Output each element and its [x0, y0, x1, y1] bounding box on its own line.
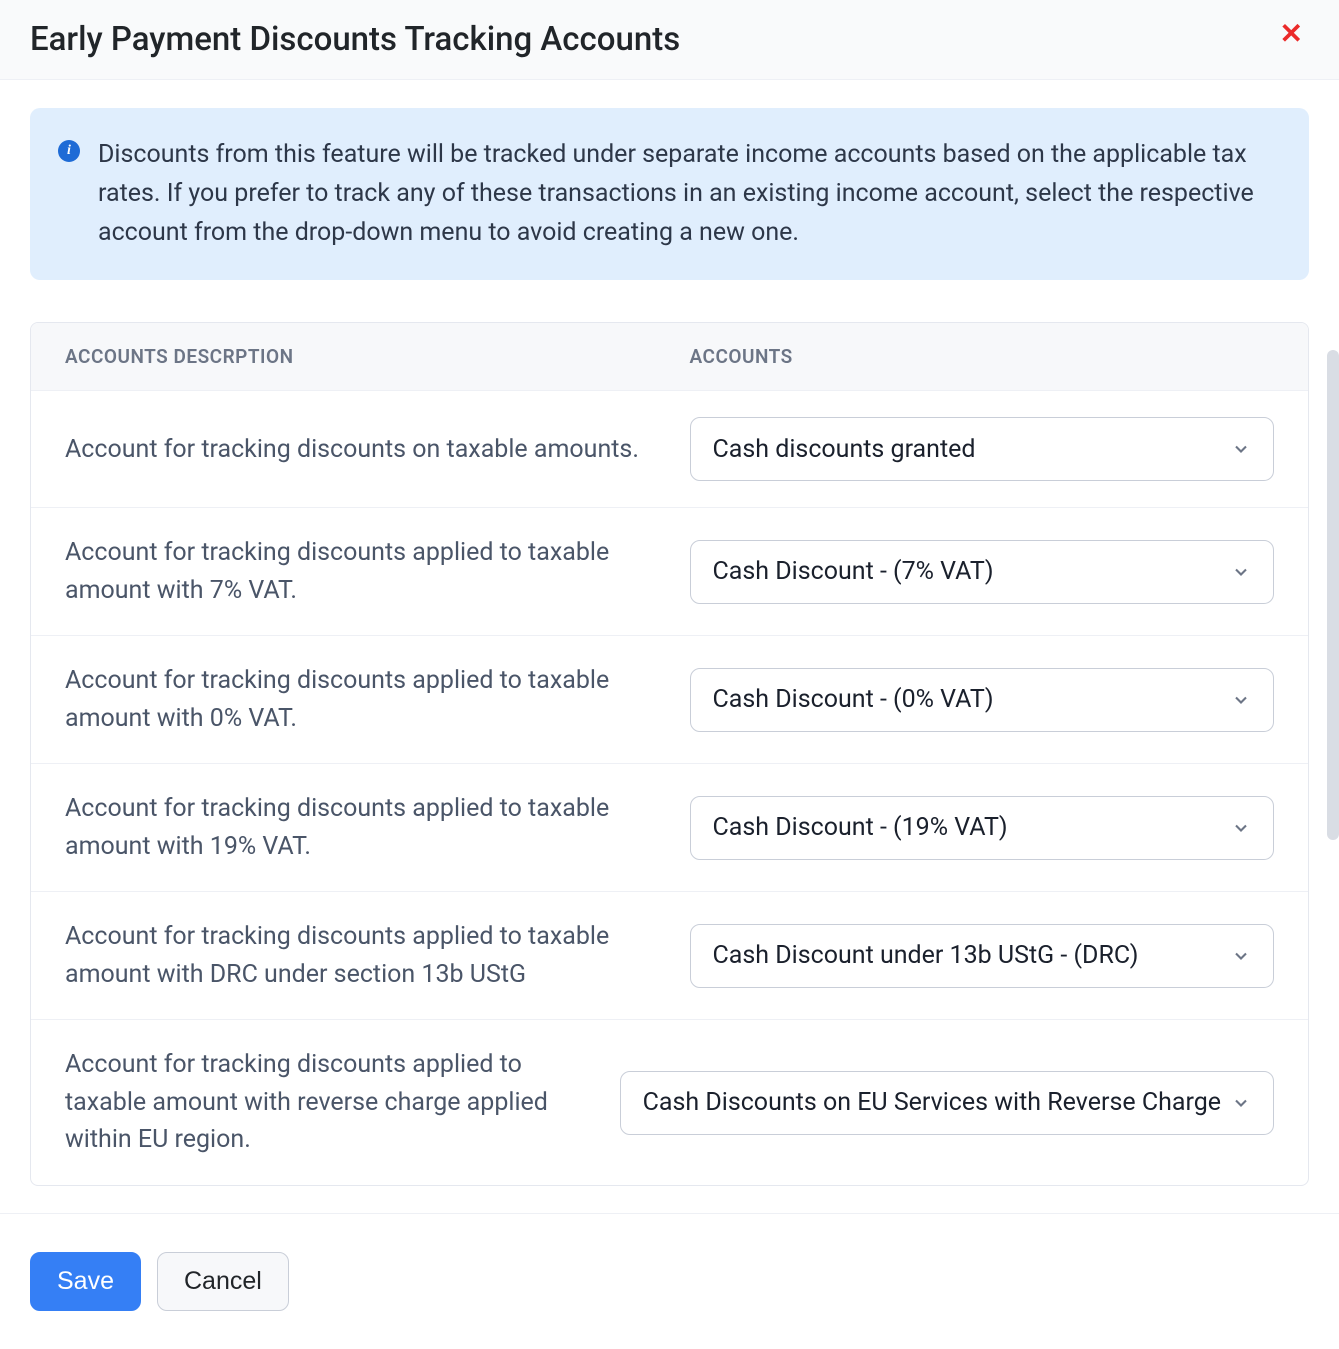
- cancel-button[interactable]: Cancel: [157, 1252, 289, 1311]
- select-value: Cash Discount - (7% VAT): [713, 557, 1004, 586]
- page-title: Early Payment Discounts Tracking Account…: [30, 20, 680, 59]
- info-text: Discounts from this feature will be trac…: [98, 136, 1277, 252]
- account-select[interactable]: Cash Discount - (7% VAT): [690, 540, 1275, 604]
- info-banner: i Discounts from this feature will be tr…: [30, 108, 1309, 280]
- scrollbar[interactable]: [1327, 350, 1339, 840]
- chevron-down-icon: [1231, 1093, 1251, 1113]
- row-description: Account for tracking discounts applied t…: [65, 790, 650, 865]
- table-row: Account for tracking discounts applied t…: [31, 507, 1308, 635]
- close-button[interactable]: ✕: [1274, 20, 1309, 48]
- account-select[interactable]: Cash Discounts on EU Services with Rever…: [620, 1071, 1274, 1135]
- info-icon: i: [58, 140, 80, 162]
- chevron-down-icon: [1231, 818, 1251, 838]
- col-accounts: ACCOUNTS: [690, 345, 1275, 368]
- row-description: Account for tracking discounts applied t…: [65, 918, 650, 993]
- select-value: Cash Discount - (19% VAT): [713, 813, 1018, 842]
- table-row: Account for tracking discounts applied t…: [31, 635, 1308, 763]
- chevron-down-icon: [1231, 946, 1251, 966]
- table-row: Account for tracking discounts on taxabl…: [31, 390, 1308, 507]
- table-row: Account for tracking discounts applied t…: [31, 1019, 1308, 1185]
- row-description: Account for tracking discounts applied t…: [65, 1046, 580, 1159]
- table-header: ACCOUNTS DESCRPTION ACCOUNTS: [31, 323, 1308, 390]
- account-select[interactable]: Cash Discount - (19% VAT): [690, 796, 1275, 860]
- select-value: Cash Discounts on EU Services with Rever…: [643, 1088, 1231, 1117]
- chevron-down-icon: [1231, 439, 1251, 459]
- account-select[interactable]: Cash discounts granted: [690, 417, 1275, 481]
- modal-footer: Save Cancel: [0, 1213, 1339, 1349]
- row-description: Account for tracking discounts applied t…: [65, 662, 650, 737]
- row-description: Account for tracking discounts on taxabl…: [65, 431, 650, 469]
- save-button[interactable]: Save: [30, 1252, 141, 1311]
- row-description: Account for tracking discounts applied t…: [65, 534, 650, 609]
- select-value: Cash Discount - (0% VAT): [713, 685, 1004, 714]
- account-select[interactable]: Cash Discount under 13b UStG - (DRC): [690, 924, 1275, 988]
- select-value: Cash Discount under 13b UStG - (DRC): [713, 941, 1149, 970]
- close-icon: ✕: [1280, 17, 1303, 50]
- chevron-down-icon: [1231, 690, 1251, 710]
- account-select[interactable]: Cash Discount - (0% VAT): [690, 668, 1275, 732]
- table-row: Account for tracking discounts applied t…: [31, 891, 1308, 1019]
- chevron-down-icon: [1231, 562, 1251, 582]
- select-value: Cash discounts granted: [713, 435, 986, 464]
- modal-header: Early Payment Discounts Tracking Account…: [0, 0, 1339, 80]
- modal-body: i Discounts from this feature will be tr…: [0, 78, 1339, 1214]
- accounts-table: ACCOUNTS DESCRPTION ACCOUNTS Account for…: [30, 322, 1309, 1186]
- col-description: ACCOUNTS DESCRPTION: [65, 345, 650, 368]
- table-row: Account for tracking discounts applied t…: [31, 763, 1308, 891]
